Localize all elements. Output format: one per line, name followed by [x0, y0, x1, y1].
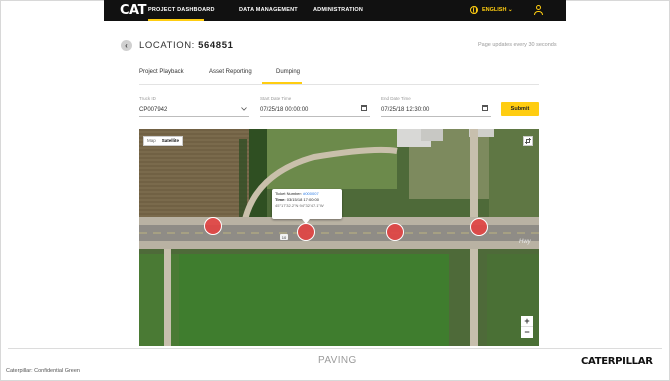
ticket-coords: 45°17'32.2"N 94°32'47.1"W [275, 203, 324, 208]
nav-administration[interactable]: ADMINISTRATION [313, 7, 363, 13]
back-arrow-icon[interactable]: ‹ [121, 40, 132, 51]
nav-active-underline [148, 19, 204, 21]
start-date-input[interactable]: 07/25/18 00:00:00 [260, 107, 308, 113]
fullscreen-icon[interactable] [523, 136, 533, 146]
calendar-icon[interactable] [482, 105, 488, 111]
tab-project-playback[interactable]: Project Playback [139, 69, 184, 75]
map-option[interactable]: Map [144, 137, 159, 145]
nav-data-management[interactable]: DATA MANAGEMENT [239, 7, 298, 13]
user-icon[interactable] [534, 5, 544, 16]
tooltip-tail [302, 219, 310, 224]
truck-id-underline [139, 116, 249, 117]
footer-divider [8, 348, 662, 349]
confidential-label: Caterpillar: Confidential Green [6, 368, 80, 374]
svg-text:Hwy: Hwy [519, 239, 532, 245]
truck-id-label: Truck ID [139, 96, 156, 101]
submit-button[interactable]: Submit [501, 102, 539, 116]
tab-active-underline [262, 82, 302, 84]
dump-marker[interactable] [470, 218, 488, 236]
tabs-divider [139, 84, 539, 85]
section-label: PAVING [318, 355, 357, 366]
dump-marker[interactable] [204, 217, 222, 235]
start-date-underline [260, 116, 370, 117]
globe-icon[interactable] [470, 6, 478, 14]
dump-marker[interactable] [386, 223, 404, 241]
satellite-map[interactable]: 10 Hwy [139, 129, 539, 346]
map-type-toggle: Map Satellite [143, 136, 184, 146]
ticket-number-link[interactable]: #000007 [303, 191, 319, 196]
tab-asset-reporting[interactable]: Asset Reporting [209, 69, 252, 75]
cat-logo[interactable]: CAT [120, 3, 146, 18]
language-selector[interactable]: ENGLISH ⌄ [482, 7, 513, 13]
zoom-out-button[interactable]: − [521, 327, 533, 338]
nav-project-dashboard[interactable]: PROJECT DASHBOARD [148, 7, 215, 13]
update-note: Page updates every 30 seconds [478, 42, 557, 48]
ticket-tooltip: Ticket Number: #000007 Time: 03/15/18 17… [272, 189, 342, 219]
calendar-icon[interactable] [361, 105, 367, 111]
zoom-in-button[interactable]: + [521, 316, 533, 327]
truck-id-select[interactable]: CP007942 [139, 107, 167, 113]
end-date-input[interactable]: 07/25/18 12:30:00 [381, 107, 429, 113]
page-title: LOCATION: 564851 [139, 40, 234, 51]
chevron-down-icon[interactable] [241, 107, 247, 111]
start-date-label: Start Date Time [260, 96, 292, 101]
dump-marker[interactable] [297, 223, 315, 241]
end-date-underline [381, 116, 491, 117]
satellite-option[interactable]: Satellite [159, 137, 182, 145]
tab-dumping[interactable]: Dumping [276, 69, 300, 75]
top-navigation-bar: CAT PROJECT DASHBOARD DATA MANAGEMENT AD… [104, 0, 566, 21]
svg-text:10: 10 [282, 235, 287, 240]
caterpillar-logo: CATERPILLAR [581, 356, 653, 367]
end-date-label: End Date Time [381, 96, 411, 101]
